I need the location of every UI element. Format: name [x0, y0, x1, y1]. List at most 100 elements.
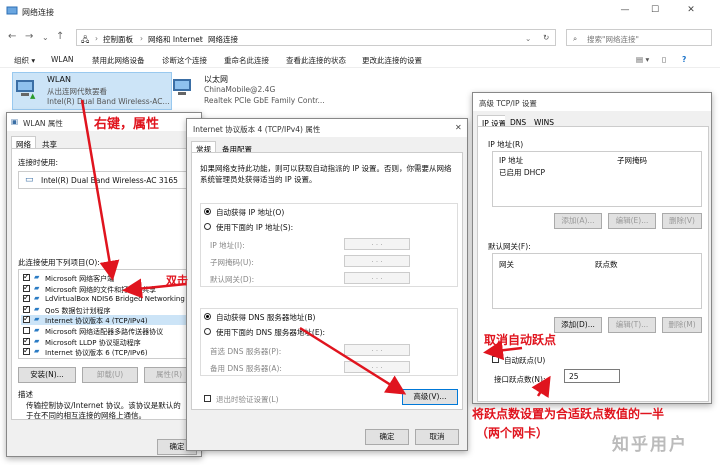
- protocol-icon: ▰: [34, 283, 40, 292]
- cmd-change-settings[interactable]: 更改此连接的设置: [362, 55, 422, 66]
- annotation-two-nics: （两个网卡）: [476, 426, 549, 440]
- auto-metric-label: 自动跃点(U): [504, 356, 546, 365]
- breadcrumb-network-connections[interactable]: 网络连接: [208, 34, 238, 45]
- intro-text-1: 如果网络支持此功能，则可以获取自动指派的 IP 设置。否则，你需要从网络: [200, 164, 452, 173]
- close-button[interactable]: ✕: [684, 5, 698, 17]
- subnet-mask-field[interactable]: . . .: [344, 255, 410, 267]
- refresh-icon[interactable]: ↻: [543, 33, 549, 42]
- search-input[interactable]: ⌕ 搜索"网络连接": [566, 29, 712, 46]
- up-arrow-icon[interactable]: ↑: [56, 31, 64, 42]
- dialog-title: 高级 TCP/IP 设置: [473, 93, 711, 111]
- list-item[interactable]: ▰ Microsoft LLDP 协议驱动程序: [21, 336, 193, 347]
- adapter-ethernet[interactable]: 以太网 ChinaMobile@2.4G Realtek PCIe GbE Fa…: [170, 72, 330, 110]
- general-tab-panel: 如果网络支持此功能，则可以获取自动指派的 IP 设置。否则，你需要从网络 系统管…: [191, 152, 463, 410]
- cmd-disable-device[interactable]: 禁用此网络设备: [92, 55, 145, 66]
- close-icon[interactable]: ✕: [455, 123, 462, 132]
- gateway-field[interactable]: . . .: [344, 272, 410, 284]
- cmd-wlan[interactable]: WLAN: [51, 55, 74, 64]
- ip-delete-button[interactable]: 删除(V): [662, 213, 702, 229]
- breadcrumb-control-panel[interactable]: 控制面板: [103, 34, 133, 45]
- svg-text:▲: ▲: [30, 92, 36, 99]
- item-checkbox[interactable]: [23, 293, 30, 303]
- dropdown-icon[interactable]: ⌄: [42, 33, 49, 42]
- alternate-dns-field[interactable]: . . .: [344, 361, 410, 373]
- adapter-wlan[interactable]: ▲ WLAN 从出连网代数罢看 Intel(R) Dual Band Wirel…: [12, 72, 172, 110]
- protocol-icon: ▰: [34, 347, 40, 356]
- gateway-list[interactable]: 网关 跃点数: [492, 253, 702, 309]
- command-bar: 组织 ▾ WLAN 禁用此网络设备 诊断这个连接 重命名此连接 查看此连接的状态…: [0, 50, 720, 68]
- auto-ip-radio[interactable]: [204, 208, 211, 215]
- list-item[interactable]: ▰ QoS 数据包计划程序: [21, 304, 193, 315]
- list-item[interactable]: ▰ LdVirtualBox NDIS6 Bridged Networking: [21, 293, 193, 304]
- protocol-icon: ▰: [34, 273, 40, 281]
- cancel-button[interactable]: 取消: [415, 429, 459, 445]
- manual-ip-radio[interactable]: [204, 223, 211, 230]
- item-checkbox[interactable]: [23, 314, 30, 324]
- maximize-button[interactable]: ☐: [648, 5, 662, 17]
- wifi-adapter-icon: ▲: [16, 80, 36, 99]
- ip-column-header: IP 地址: [499, 156, 524, 165]
- ok-button[interactable]: 确定: [365, 429, 409, 445]
- install-button[interactable]: 安装(N)...: [18, 367, 76, 383]
- ip-address-field[interactable]: . . .: [344, 238, 410, 250]
- subnet-mask-label: 子网掩码(U):: [210, 258, 254, 267]
- cmd-view-status[interactable]: 查看此连接的状态: [286, 55, 346, 66]
- breadcrumb-network-internet[interactable]: 网络和 Internet: [148, 34, 203, 45]
- chevron-right-icon: ›: [140, 34, 143, 43]
- gateway-add-button[interactable]: 添加(D)...: [554, 317, 602, 333]
- title-bar: 网络连接 — ☐ ✕: [0, 0, 720, 24]
- window-title: 网络连接: [22, 8, 54, 17]
- connect-using-label: 连接时使用:: [18, 158, 59, 167]
- ip-edit-button[interactable]: 编辑(E)...: [608, 213, 656, 229]
- organize-menu[interactable]: 组织 ▾: [14, 55, 35, 66]
- list-item[interactable]: ▰ Microsoft 网络适配器多路传送器协议: [21, 326, 193, 336]
- dialog-title: Internet 协议版本 4 (TCP/IPv4) 属性: [187, 119, 467, 137]
- chevron-down-icon[interactable]: ⌄: [525, 34, 531, 43]
- view-options-icon[interactable]: ▤ ▾: [636, 55, 649, 64]
- advanced-button[interactable]: 高级(V)...: [402, 389, 458, 405]
- minimize-button[interactable]: —: [618, 5, 632, 17]
- network-card-icon: ▭: [25, 175, 34, 185]
- help-icon[interactable]: ?: [682, 55, 686, 64]
- address-row: ← → ⌄ ↑ 🖧 › 控制面板 › 网络和 Internet › 网络连接 ⌄…: [0, 26, 720, 48]
- item-checkbox[interactable]: [23, 304, 30, 313]
- forward-arrow-icon[interactable]: →: [25, 31, 33, 42]
- adapter-status: 从出连网代数罢看: [47, 87, 107, 96]
- item-checkbox[interactable]: [23, 283, 30, 292]
- ip-address-label: IP 地址(I):: [210, 241, 245, 250]
- adapter-device: Intel(R) Dual Band Wireless-AC...: [47, 97, 170, 106]
- adapter-status: ChinaMobile@2.4G: [204, 85, 276, 94]
- uninstall-button[interactable]: 卸载(U): [82, 367, 138, 383]
- auto-ip-label: 自动获得 IP 地址(O): [216, 208, 285, 217]
- preview-pane-icon[interactable]: ▯: [662, 55, 666, 64]
- protocol-icon: ▰: [34, 326, 40, 334]
- item-checkbox[interactable]: [23, 327, 30, 334]
- adapter-name: Intel(R) Dual Band Wireless-AC 3165: [41, 176, 178, 185]
- ip-list[interactable]: IP 地址 子网掩码 已启用 DHCP: [492, 151, 702, 207]
- back-arrow-icon[interactable]: ←: [8, 31, 16, 42]
- item-label: Microsoft 网络的文件和打印机共享: [45, 285, 157, 294]
- items-label: 此连接使用下列项目(O):: [18, 258, 100, 267]
- cmd-diagnose[interactable]: 诊断这个连接: [162, 55, 207, 66]
- validate-checkbox[interactable]: [204, 395, 211, 402]
- interface-metric-input[interactable]: 25: [564, 369, 620, 383]
- watermark: 知乎用户: [612, 435, 688, 455]
- ip-add-button[interactable]: 添加(A)...: [554, 213, 602, 229]
- intro-text-2: 系统管理员处获得适当的 IP 设置。: [200, 175, 317, 184]
- item-checkbox[interactable]: [23, 346, 30, 356]
- list-item[interactable]: ▰ Internet 协议版本 6 (TCP/IPv6): [21, 346, 193, 357]
- cmd-rename[interactable]: 重命名此连接: [224, 55, 269, 66]
- gateway-edit-button[interactable]: 编辑(T)...: [608, 317, 656, 333]
- auto-dns-radio[interactable]: [204, 313, 211, 320]
- auto-metric-checkbox[interactable]: [492, 356, 499, 363]
- address-bar[interactable]: 🖧 › 控制面板 › 网络和 Internet › 网络连接 ⌄ ↻: [76, 29, 556, 46]
- alternate-dns-label: 备用 DNS 服务器(A):: [210, 364, 282, 373]
- preferred-dns-field[interactable]: . . .: [344, 344, 410, 356]
- item-checkbox[interactable]: [23, 336, 30, 345]
- manual-dns-radio[interactable]: [204, 328, 211, 335]
- interface-metric-label: 接口跃点数(N):: [494, 375, 546, 384]
- auto-dns-label: 自动获得 DNS 服务器地址(B): [216, 313, 316, 322]
- item-checkbox[interactable]: [23, 272, 30, 281]
- gateway-delete-button[interactable]: 删除(M): [662, 317, 702, 333]
- list-item[interactable]: ▰ Internet 协议版本 4 (TCP/IPv4): [21, 314, 193, 326]
